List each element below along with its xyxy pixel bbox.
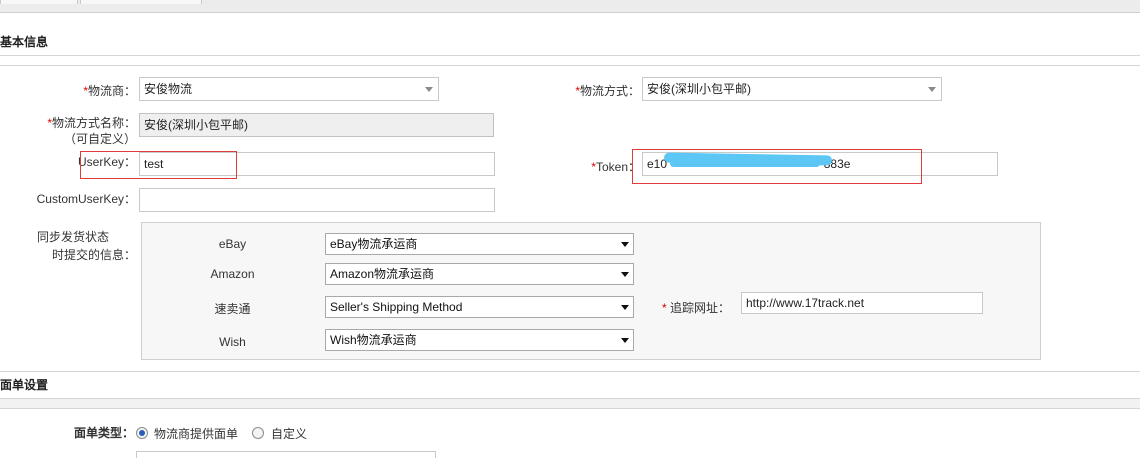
section-basic-info-title: 基本信息	[0, 35, 49, 49]
method-name-hint: （可自定义）	[63, 132, 136, 146]
section-band	[0, 398, 1140, 409]
carrier-label: *物流商：	[83, 84, 136, 98]
method-name-input[interactable]: 安俊(深圳小包平邮)	[139, 113, 494, 137]
amazon-carrier-value: Amazon物流承运商	[330, 267, 435, 281]
section-divider	[0, 371, 1140, 372]
wish-carrier-select[interactable]: Wish物流承运商	[325, 329, 634, 351]
section-divider	[0, 65, 1140, 66]
method-label: *物流方式：	[575, 84, 640, 98]
label-type-carrier-radio[interactable]	[136, 427, 148, 439]
section-divider	[0, 55, 1140, 56]
ebay-carrier-select[interactable]: eBay物流承运商	[325, 233, 634, 255]
amazon-carrier-select[interactable]: Amazon物流承运商	[325, 263, 634, 285]
token-highlight-box	[632, 149, 922, 184]
aliexpress-carrier-value: Seller's Shipping Method	[330, 300, 463, 314]
label-type-carrier-text[interactable]: 物流商提供面单	[154, 425, 238, 442]
sync-label-line2: 时提交的信息：	[51, 248, 136, 262]
chevron-down-icon	[621, 338, 629, 343]
method-value: 安俊(深圳小包平邮)	[647, 82, 751, 96]
sync-label-line1: 同步发货状态	[36, 230, 109, 244]
tab-2[interactable]	[80, 0, 202, 4]
carrier-combobox[interactable]: 安俊物流	[139, 77, 439, 101]
platform-label-amazon: Amazon	[210, 267, 255, 281]
label-type-custom-text[interactable]: 自定义	[271, 425, 307, 442]
platform-label-wish: Wish	[219, 335, 246, 349]
label-template-select[interactable]	[136, 451, 436, 458]
wish-carrier-value: Wish物流承运商	[330, 333, 417, 347]
aliexpress-carrier-select[interactable]: Seller's Shipping Method	[325, 296, 634, 318]
userkey-highlight-box	[80, 151, 237, 179]
chevron-down-icon	[425, 87, 433, 92]
method-name-label: *物流方式名称：	[47, 116, 136, 130]
tracking-url-label: * 追踪网址：	[661, 301, 730, 315]
label-type-custom-radio[interactable]	[252, 427, 264, 439]
token-label: *Token：	[591, 160, 640, 174]
section-label-settings-title: 面单设置	[0, 378, 49, 392]
chevron-down-icon	[621, 242, 629, 247]
method-combobox[interactable]: 安俊(深圳小包平邮)	[642, 77, 942, 101]
platform-label-ebay: eBay	[218, 237, 247, 251]
customuserkey-input[interactable]	[139, 188, 495, 212]
chevron-down-icon	[621, 272, 629, 277]
tracking-url-input[interactable]: http://www.17track.net	[741, 292, 983, 314]
platform-label-aliexpress: 速卖通	[214, 302, 251, 316]
chevron-down-icon	[928, 87, 936, 92]
label-type-label: 面单类型：	[73, 426, 134, 440]
customuserkey-label: CustomUserKey：	[36, 192, 136, 206]
chevron-down-icon	[621, 305, 629, 310]
carrier-value: 安俊物流	[144, 82, 193, 96]
ebay-carrier-value: eBay物流承运商	[330, 237, 418, 251]
tab-1[interactable]	[0, 0, 78, 4]
